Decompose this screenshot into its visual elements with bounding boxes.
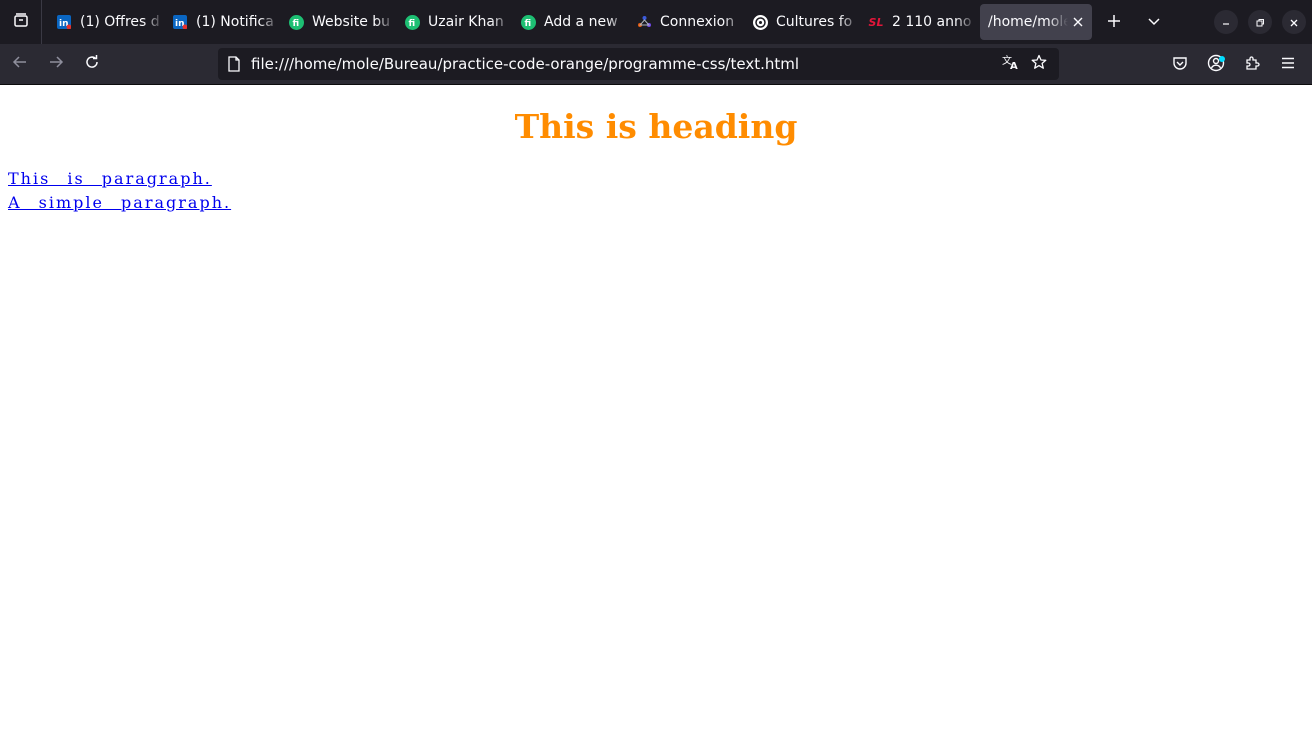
- tab-title: Connexion: [660, 14, 735, 30]
- svg-text:A: A: [1010, 61, 1018, 71]
- url-bar-actions: 文A: [997, 48, 1053, 80]
- minimize-button[interactable]: [1214, 10, 1238, 34]
- app-menu-button[interactable]: [1270, 49, 1306, 81]
- tab-strip: in (1) Offres d in (1) Notifica fi Websi…: [0, 0, 1312, 44]
- tab-sl-annonces[interactable]: SL 2 110 anno: [860, 4, 976, 40]
- tab-title: Cultures fo: [776, 14, 853, 30]
- back-button[interactable]: [4, 48, 36, 80]
- hamburger-menu-icon: [1280, 55, 1296, 75]
- tab-list: in (1) Offres d in (1) Notifica fi Websi…: [42, 0, 1172, 44]
- puzzle-icon: [1244, 55, 1260, 75]
- restore-button[interactable]: [1248, 10, 1272, 34]
- fiverr-icon: fi: [520, 14, 536, 30]
- fiverr-icon: fi: [288, 14, 304, 30]
- forward-button[interactable]: [40, 48, 72, 80]
- restore-icon: [1255, 13, 1265, 32]
- url-bar[interactable]: file:///home/mole/Bureau/practice-code-o…: [218, 48, 1059, 80]
- close-icon: [1289, 13, 1299, 32]
- toolbar-right: [1162, 44, 1306, 85]
- svg-text:fi: fi: [524, 19, 531, 29]
- fiverr-icon: fi: [404, 14, 420, 30]
- navigation-toolbar: file:///home/mole/Bureau/practice-code-o…: [0, 44, 1312, 85]
- connexion-icon: [636, 14, 652, 30]
- minimize-icon: [1221, 13, 1231, 32]
- pocket-icon: [1172, 55, 1188, 75]
- paragraph-link-1[interactable]: This is paragraph.: [8, 169, 212, 188]
- tab-title: (1) Notifica: [196, 14, 274, 30]
- chevron-down-icon: [1147, 13, 1161, 32]
- svg-text:fi: fi: [292, 19, 299, 29]
- tab-manager-button[interactable]: [0, 0, 42, 44]
- star-icon: [1031, 54, 1047, 74]
- linkedin-icon: in: [172, 14, 188, 30]
- paragraph-link-2[interactable]: A simple paragraph.: [8, 193, 231, 212]
- tab-fiverr-website[interactable]: fi Website bu: [280, 4, 396, 40]
- arrow-right-icon: [48, 54, 64, 74]
- tab-title: Uzair Khan: [428, 14, 504, 30]
- linkedin-icon: in: [56, 14, 72, 30]
- bookmark-star-button[interactable]: [1025, 50, 1053, 78]
- tab-title: Add a new: [544, 14, 618, 30]
- tab-title: (1) Offres d: [80, 14, 160, 30]
- tab-openai-cultures[interactable]: Cultures fo: [744, 4, 860, 40]
- page-heading: This is heading: [514, 107, 798, 146]
- tab-linkedin-offres[interactable]: in (1) Offres d: [48, 4, 164, 40]
- account-button[interactable]: [1198, 49, 1234, 81]
- arrow-left-icon: [12, 54, 28, 74]
- tab-active-local-file[interactable]: /home/mole: [980, 4, 1092, 40]
- new-tab-button[interactable]: [1096, 4, 1132, 40]
- page-icon: [226, 56, 242, 72]
- close-tab-icon[interactable]: [1070, 14, 1086, 30]
- tab-title: Website bu: [312, 14, 391, 30]
- svg-text:fi: fi: [408, 19, 415, 29]
- plus-icon: [1107, 13, 1121, 32]
- tab-connexion[interactable]: Connexion: [628, 4, 744, 40]
- tab-title: /home/mole: [988, 14, 1068, 30]
- close-window-button[interactable]: [1282, 10, 1306, 34]
- tab-fiverr-add[interactable]: fi Add a new: [512, 4, 628, 40]
- tab-title: 2 110 anno: [892, 14, 972, 30]
- tab-fiverr-uzair[interactable]: fi Uzair Khan: [396, 4, 512, 40]
- pocket-button[interactable]: [1162, 49, 1198, 81]
- reload-button[interactable]: [76, 48, 108, 80]
- reload-icon: [84, 54, 100, 74]
- list-all-tabs-button[interactable]: [1136, 4, 1172, 40]
- openai-icon: [752, 14, 768, 30]
- tab-manager-icon: [13, 12, 29, 32]
- extensions-button[interactable]: [1234, 49, 1270, 81]
- page-content: This is heading This is paragraph. A sim…: [0, 85, 1312, 741]
- translate-button[interactable]: 文A: [997, 50, 1025, 78]
- translate-icon: 文A: [1002, 53, 1020, 75]
- window-controls: [1214, 0, 1312, 44]
- sl-icon: SL: [868, 15, 884, 29]
- notification-dot: [1219, 55, 1225, 62]
- tab-linkedin-notifications[interactable]: in (1) Notifica: [164, 4, 280, 40]
- url-text[interactable]: file:///home/mole/Bureau/practice-code-o…: [251, 55, 799, 73]
